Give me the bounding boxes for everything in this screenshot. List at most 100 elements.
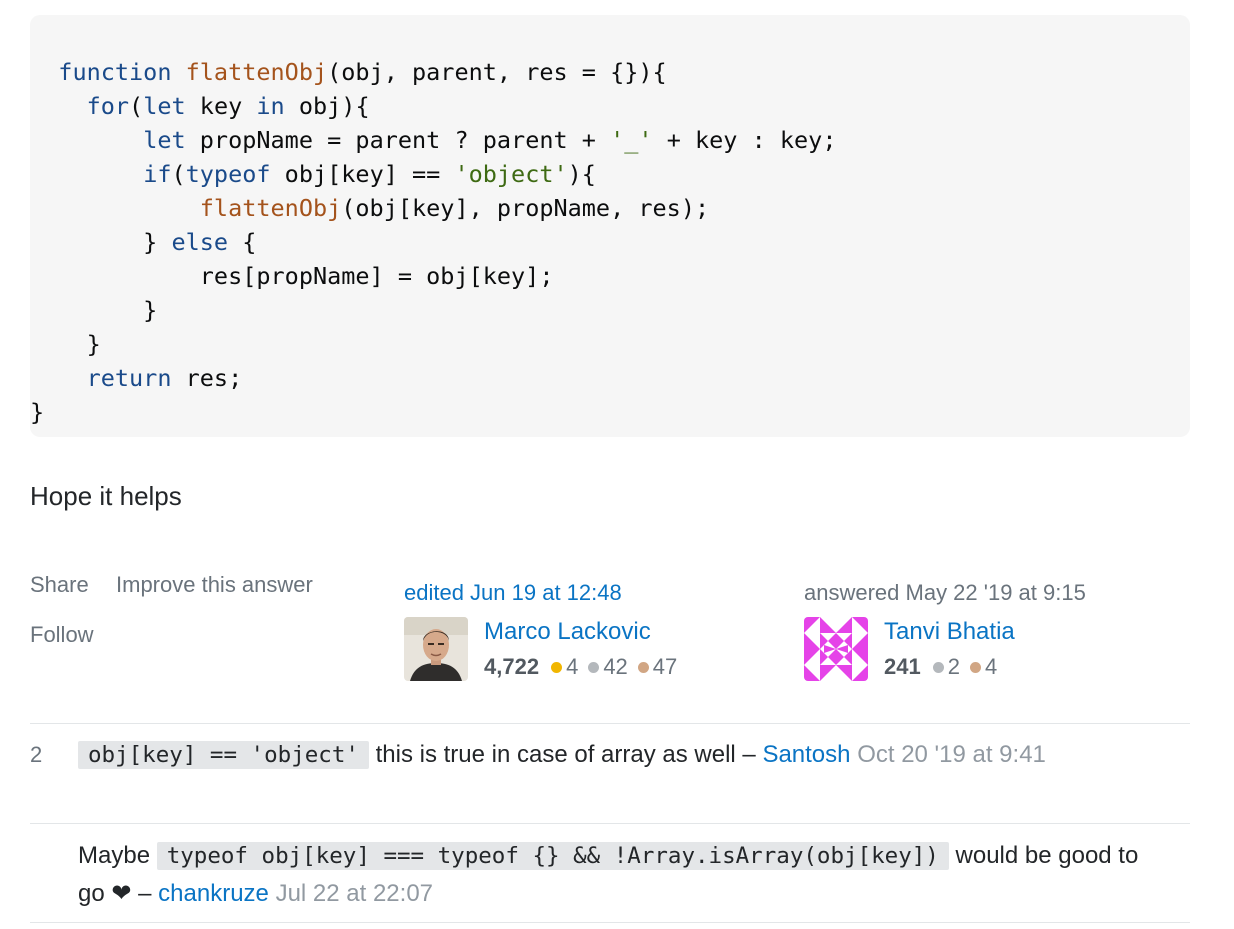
code-token: } xyxy=(30,228,172,256)
comment-date[interactable]: Jul 22 at 22:07 xyxy=(276,880,433,907)
comment-text: this is true in case of array as well – xyxy=(368,741,763,768)
code-token: + key : key; xyxy=(652,126,837,154)
comments-divider xyxy=(30,723,1190,724)
silver-badge: 42 xyxy=(588,654,628,680)
gold-badge-icon xyxy=(551,661,563,673)
person-avatar-icon xyxy=(404,617,468,681)
code-token: function xyxy=(58,58,172,86)
comment-text-lead: Maybe xyxy=(78,842,157,869)
code-token: res[propName] = obj[key]; xyxy=(30,262,554,290)
code-token: let xyxy=(143,92,186,120)
editor-avatar[interactable] xyxy=(404,617,468,681)
bronze-badge-icon xyxy=(969,661,981,673)
code-token: ( xyxy=(129,92,144,120)
author-avatar[interactable] xyxy=(804,617,868,681)
answer-text: Hope it helps xyxy=(30,481,182,511)
code-token: 'object' xyxy=(454,160,568,188)
code-token: obj){ xyxy=(284,92,370,120)
code-line: } xyxy=(30,327,836,361)
code-line: } xyxy=(30,395,836,429)
code-token: in xyxy=(256,92,285,120)
bronze-badge-icon xyxy=(637,661,649,673)
comment-body: obj[key] == 'object' this is true in cas… xyxy=(78,736,1168,774)
comment-user-link[interactable]: Santosh xyxy=(762,741,850,768)
gold-badge-count: 4 xyxy=(566,654,579,679)
code-token: res; xyxy=(171,364,243,392)
bronze-badge-count: 47 xyxy=(652,654,678,679)
improve-answer-link[interactable]: Improve this answer xyxy=(116,572,313,598)
code-token: flattenObj xyxy=(199,194,342,222)
comment-divider xyxy=(30,823,1190,824)
comment-code: obj[key] == 'object' xyxy=(78,741,369,769)
code-token: key xyxy=(185,92,257,120)
code-token: propName = parent ? parent + xyxy=(185,126,611,154)
silver-badge-icon xyxy=(932,661,944,673)
editor-name-link[interactable]: Marco Lackovic xyxy=(484,618,651,646)
author-name-link[interactable]: Tanvi Bhatia xyxy=(884,618,1015,646)
code-token: '_' xyxy=(610,126,653,154)
code-token: return xyxy=(86,364,172,392)
code-token: if xyxy=(143,160,172,188)
code-token: } xyxy=(30,330,101,358)
share-link[interactable]: Share xyxy=(30,572,89,598)
code-token: let xyxy=(143,126,186,154)
code-line: function flattenObj(obj, parent, res = {… xyxy=(30,55,836,89)
code-token: { xyxy=(228,228,257,256)
comment-score[interactable]: 2 xyxy=(30,736,42,774)
code-line: } xyxy=(30,293,836,327)
comment-item: Maybe typeof obj[key] === typeof {} && !… xyxy=(30,837,1190,917)
author-card: answered May 22 '19 at 9:15 Tanvi Bhatia… xyxy=(804,580,1086,681)
answer-page: function flattenObj(obj, parent, res = {… xyxy=(0,0,1234,929)
code-line: for(let key in obj){ xyxy=(30,89,836,123)
code-line: res[propName] = obj[key]; xyxy=(30,259,836,293)
code-token: obj[key] == xyxy=(270,160,455,188)
code-block: function flattenObj(obj, parent, res = {… xyxy=(30,15,1190,437)
code-token: ){ xyxy=(567,160,596,188)
code-line: if(typeof obj[key] == 'object'){ xyxy=(30,157,836,191)
comment-code: typeof obj[key] === typeof {} && !Array.… xyxy=(156,842,949,870)
bronze-badge-count: 4 xyxy=(984,654,998,679)
comment-user-link[interactable]: chankruze xyxy=(158,880,269,907)
author-stats: 241 2 4 xyxy=(884,654,1007,680)
code-line: return res; xyxy=(30,361,836,395)
code-token: } xyxy=(30,296,158,324)
code-line: let propName = parent ? parent + '_' + k… xyxy=(30,123,836,157)
editor-stats: 4,722 4 42 47 xyxy=(484,654,687,680)
silver-badge-count: 42 xyxy=(603,654,628,679)
code-token: typeof xyxy=(185,160,271,188)
code-token: flattenObj xyxy=(185,58,328,86)
editor-card: edited Jun 19 at 12:48 Marco Lackovic 4,… xyxy=(404,580,677,681)
code-token: ( xyxy=(171,160,186,188)
code-content: function flattenObj(obj, parent, res = {… xyxy=(30,55,836,429)
silver-badge-count: 2 xyxy=(947,654,960,679)
follow-link[interactable]: Follow xyxy=(30,622,94,648)
code-token: } xyxy=(30,398,45,426)
code-line: } else { xyxy=(30,225,836,259)
code-token: (obj[key], propName, res); xyxy=(341,194,710,222)
answered-timestamp-link[interactable]: answered May 22 '19 at 9:15 xyxy=(804,580,1086,605)
code-line: flattenObj(obj[key], propName, res); xyxy=(30,191,836,225)
bronze-badge: 47 xyxy=(637,654,678,680)
comment-item: 2 obj[key] == 'object' this is true in c… xyxy=(30,736,1190,816)
author-reputation: 241 xyxy=(884,654,921,679)
identicon-icon xyxy=(804,617,868,681)
editor-reputation: 4,722 xyxy=(484,654,540,679)
code-token: for xyxy=(86,92,130,120)
comment-date[interactable]: Oct 20 '19 at 9:41 xyxy=(857,741,1046,768)
code-token: (obj, parent, res = {}){ xyxy=(327,58,667,86)
code-text: function flattenObj(obj, parent, res = {… xyxy=(30,55,836,429)
silver-badge-icon xyxy=(588,661,600,673)
comment-divider xyxy=(30,922,1190,923)
silver-badge: 2 xyxy=(932,654,960,680)
gold-badge: 4 xyxy=(551,654,578,680)
code-token: else xyxy=(171,228,229,256)
bronze-badge: 4 xyxy=(969,654,998,680)
edited-timestamp-link[interactable]: edited Jun 19 at 12:48 xyxy=(404,580,622,605)
